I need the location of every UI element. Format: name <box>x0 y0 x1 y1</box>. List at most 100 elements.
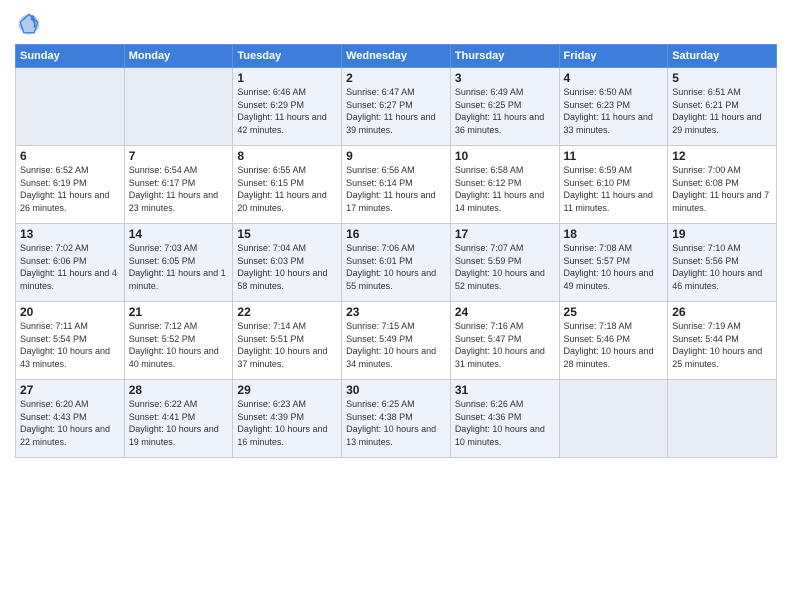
day-number: 12 <box>672 149 772 163</box>
day-number: 2 <box>346 71 446 85</box>
calendar-week-row: 27Sunrise: 6:20 AM Sunset: 4:43 PM Dayli… <box>16 380 777 458</box>
day-info: Sunrise: 6:46 AM Sunset: 6:29 PM Dayligh… <box>237 86 337 136</box>
day-info: Sunrise: 7:19 AM Sunset: 5:44 PM Dayligh… <box>672 320 772 370</box>
calendar-day-cell: 3Sunrise: 6:49 AM Sunset: 6:25 PM Daylig… <box>450 68 559 146</box>
day-number: 6 <box>20 149 120 163</box>
day-number: 13 <box>20 227 120 241</box>
day-number: 28 <box>129 383 229 397</box>
calendar-day-cell: 2Sunrise: 6:47 AM Sunset: 6:27 PM Daylig… <box>342 68 451 146</box>
calendar-col-header: Thursday <box>450 45 559 68</box>
day-info: Sunrise: 6:23 AM Sunset: 4:39 PM Dayligh… <box>237 398 337 448</box>
day-info: Sunrise: 7:04 AM Sunset: 6:03 PM Dayligh… <box>237 242 337 292</box>
day-number: 23 <box>346 305 446 319</box>
day-info: Sunrise: 6:20 AM Sunset: 4:43 PM Dayligh… <box>20 398 120 448</box>
day-number: 9 <box>346 149 446 163</box>
calendar-day-cell: 1Sunrise: 6:46 AM Sunset: 6:29 PM Daylig… <box>233 68 342 146</box>
day-info: Sunrise: 7:00 AM Sunset: 6:08 PM Dayligh… <box>672 164 772 214</box>
calendar-col-header: Saturday <box>668 45 777 68</box>
day-info: Sunrise: 7:16 AM Sunset: 5:47 PM Dayligh… <box>455 320 555 370</box>
calendar-col-header: Wednesday <box>342 45 451 68</box>
day-number: 20 <box>20 305 120 319</box>
calendar-col-header: Tuesday <box>233 45 342 68</box>
day-info: Sunrise: 7:18 AM Sunset: 5:46 PM Dayligh… <box>564 320 664 370</box>
header <box>15 10 777 38</box>
day-number: 17 <box>455 227 555 241</box>
day-info: Sunrise: 6:50 AM Sunset: 6:23 PM Dayligh… <box>564 86 664 136</box>
calendar-week-row: 1Sunrise: 6:46 AM Sunset: 6:29 PM Daylig… <box>16 68 777 146</box>
day-number: 26 <box>672 305 772 319</box>
calendar-day-cell: 16Sunrise: 7:06 AM Sunset: 6:01 PM Dayli… <box>342 224 451 302</box>
day-info: Sunrise: 7:10 AM Sunset: 5:56 PM Dayligh… <box>672 242 772 292</box>
calendar-day-cell: 7Sunrise: 6:54 AM Sunset: 6:17 PM Daylig… <box>124 146 233 224</box>
calendar-table: SundayMondayTuesdayWednesdayThursdayFrid… <box>15 44 777 458</box>
calendar-day-cell: 13Sunrise: 7:02 AM Sunset: 6:06 PM Dayli… <box>16 224 125 302</box>
day-number: 10 <box>455 149 555 163</box>
day-info: Sunrise: 7:02 AM Sunset: 6:06 PM Dayligh… <box>20 242 120 292</box>
calendar-day-cell: 24Sunrise: 7:16 AM Sunset: 5:47 PM Dayli… <box>450 302 559 380</box>
day-number: 15 <box>237 227 337 241</box>
day-info: Sunrise: 6:52 AM Sunset: 6:19 PM Dayligh… <box>20 164 120 214</box>
calendar-col-header: Friday <box>559 45 668 68</box>
day-info: Sunrise: 6:26 AM Sunset: 4:36 PM Dayligh… <box>455 398 555 448</box>
calendar-day-cell: 29Sunrise: 6:23 AM Sunset: 4:39 PM Dayli… <box>233 380 342 458</box>
day-info: Sunrise: 6:56 AM Sunset: 6:14 PM Dayligh… <box>346 164 446 214</box>
day-number: 18 <box>564 227 664 241</box>
calendar-header-row: SundayMondayTuesdayWednesdayThursdayFrid… <box>16 45 777 68</box>
day-info: Sunrise: 7:06 AM Sunset: 6:01 PM Dayligh… <box>346 242 446 292</box>
day-number: 8 <box>237 149 337 163</box>
day-number: 16 <box>346 227 446 241</box>
calendar-day-cell: 26Sunrise: 7:19 AM Sunset: 5:44 PM Dayli… <box>668 302 777 380</box>
day-info: Sunrise: 6:22 AM Sunset: 4:41 PM Dayligh… <box>129 398 229 448</box>
day-number: 25 <box>564 305 664 319</box>
day-number: 11 <box>564 149 664 163</box>
generalblue-logo-icon <box>15 10 43 38</box>
day-number: 1 <box>237 71 337 85</box>
day-info: Sunrise: 6:49 AM Sunset: 6:25 PM Dayligh… <box>455 86 555 136</box>
calendar-day-cell: 12Sunrise: 7:00 AM Sunset: 6:08 PM Dayli… <box>668 146 777 224</box>
calendar-day-cell: 18Sunrise: 7:08 AM Sunset: 5:57 PM Dayli… <box>559 224 668 302</box>
calendar-day-cell: 5Sunrise: 6:51 AM Sunset: 6:21 PM Daylig… <box>668 68 777 146</box>
day-info: Sunrise: 7:08 AM Sunset: 5:57 PM Dayligh… <box>564 242 664 292</box>
day-number: 22 <box>237 305 337 319</box>
day-info: Sunrise: 6:25 AM Sunset: 4:38 PM Dayligh… <box>346 398 446 448</box>
calendar-day-cell: 21Sunrise: 7:12 AM Sunset: 5:52 PM Dayli… <box>124 302 233 380</box>
day-number: 3 <box>455 71 555 85</box>
day-number: 19 <box>672 227 772 241</box>
calendar-day-cell: 27Sunrise: 6:20 AM Sunset: 4:43 PM Dayli… <box>16 380 125 458</box>
calendar-day-cell: 28Sunrise: 6:22 AM Sunset: 4:41 PM Dayli… <box>124 380 233 458</box>
day-number: 7 <box>129 149 229 163</box>
calendar-day-cell: 31Sunrise: 6:26 AM Sunset: 4:36 PM Dayli… <box>450 380 559 458</box>
day-info: Sunrise: 6:54 AM Sunset: 6:17 PM Dayligh… <box>129 164 229 214</box>
day-info: Sunrise: 7:11 AM Sunset: 5:54 PM Dayligh… <box>20 320 120 370</box>
day-number: 31 <box>455 383 555 397</box>
calendar-day-cell: 6Sunrise: 6:52 AM Sunset: 6:19 PM Daylig… <box>16 146 125 224</box>
day-info: Sunrise: 7:12 AM Sunset: 5:52 PM Dayligh… <box>129 320 229 370</box>
day-info: Sunrise: 7:07 AM Sunset: 5:59 PM Dayligh… <box>455 242 555 292</box>
calendar-day-cell: 10Sunrise: 6:58 AM Sunset: 6:12 PM Dayli… <box>450 146 559 224</box>
calendar-day-cell: 19Sunrise: 7:10 AM Sunset: 5:56 PM Dayli… <box>668 224 777 302</box>
calendar-week-row: 20Sunrise: 7:11 AM Sunset: 5:54 PM Dayli… <box>16 302 777 380</box>
calendar-day-cell: 25Sunrise: 7:18 AM Sunset: 5:46 PM Dayli… <box>559 302 668 380</box>
page: SundayMondayTuesdayWednesdayThursdayFrid… <box>0 0 792 612</box>
day-number: 5 <box>672 71 772 85</box>
calendar-day-cell: 14Sunrise: 7:03 AM Sunset: 6:05 PM Dayli… <box>124 224 233 302</box>
calendar-day-cell <box>668 380 777 458</box>
logo <box>15 10 47 38</box>
calendar-day-cell: 4Sunrise: 6:50 AM Sunset: 6:23 PM Daylig… <box>559 68 668 146</box>
day-number: 14 <box>129 227 229 241</box>
calendar-week-row: 13Sunrise: 7:02 AM Sunset: 6:06 PM Dayli… <box>16 224 777 302</box>
day-number: 21 <box>129 305 229 319</box>
calendar-day-cell: 11Sunrise: 6:59 AM Sunset: 6:10 PM Dayli… <box>559 146 668 224</box>
day-number: 30 <box>346 383 446 397</box>
calendar-col-header: Sunday <box>16 45 125 68</box>
day-info: Sunrise: 7:15 AM Sunset: 5:49 PM Dayligh… <box>346 320 446 370</box>
day-info: Sunrise: 6:58 AM Sunset: 6:12 PM Dayligh… <box>455 164 555 214</box>
day-number: 29 <box>237 383 337 397</box>
calendar-day-cell: 17Sunrise: 7:07 AM Sunset: 5:59 PM Dayli… <box>450 224 559 302</box>
day-number: 4 <box>564 71 664 85</box>
calendar-col-header: Monday <box>124 45 233 68</box>
calendar-day-cell: 8Sunrise: 6:55 AM Sunset: 6:15 PM Daylig… <box>233 146 342 224</box>
calendar-week-row: 6Sunrise: 6:52 AM Sunset: 6:19 PM Daylig… <box>16 146 777 224</box>
day-info: Sunrise: 6:59 AM Sunset: 6:10 PM Dayligh… <box>564 164 664 214</box>
day-info: Sunrise: 6:51 AM Sunset: 6:21 PM Dayligh… <box>672 86 772 136</box>
